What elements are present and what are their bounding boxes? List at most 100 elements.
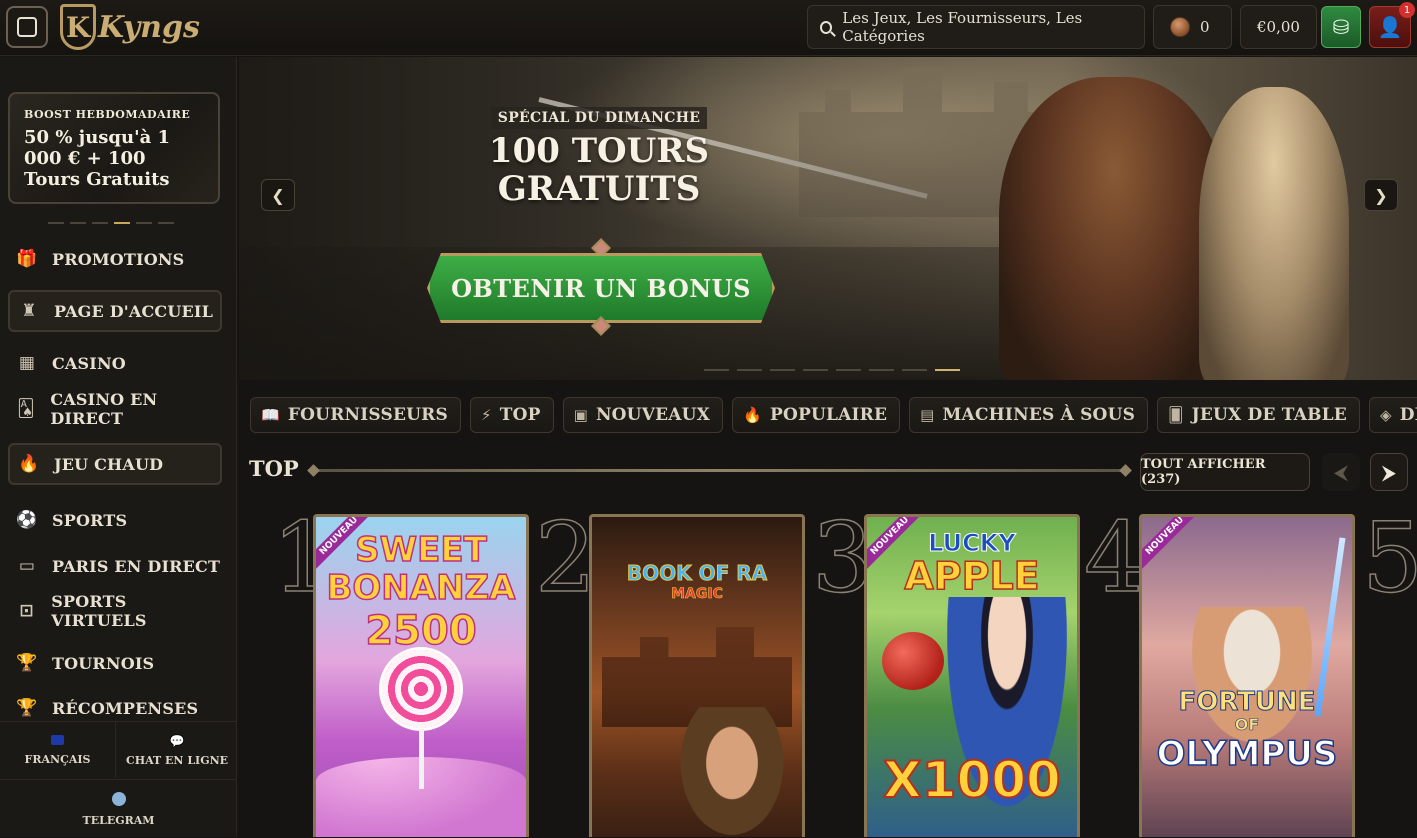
arrow-right-icon: ⮞ bbox=[1381, 460, 1397, 484]
tab-top[interactable]: ⚡ TOP bbox=[469, 397, 554, 433]
trophy-icon: 🏆 bbox=[16, 653, 38, 673]
sidebar-item-promotions[interactable]: 🎁 PROMOTIONS bbox=[8, 238, 222, 280]
user-icon: 👤 bbox=[1377, 15, 1403, 39]
telegram-label: TELEGRAM bbox=[82, 813, 155, 827]
tab-providers[interactable]: 📖 FOURNISSEURS bbox=[250, 397, 461, 433]
game-card-book-of-ra[interactable]: BOOK OF RA MAGIC bbox=[589, 514, 805, 837]
live-chat-button[interactable]: 💬 CHAT EN LIGNE bbox=[117, 722, 237, 778]
sidebar-item-virtual-sports[interactable]: ⊡ SPORTS VIRTUELS bbox=[8, 590, 222, 632]
tab-label: DROPS bbox=[1399, 405, 1417, 425]
carousel-dot[interactable] bbox=[737, 369, 762, 371]
chat-label: CHAT EN LIGNE bbox=[125, 753, 229, 767]
wallet-balance[interactable]: €0,00 bbox=[1240, 5, 1317, 49]
soccer-ball-icon: ⚽ bbox=[16, 510, 38, 530]
sidebar-item-hot-game[interactable]: 🔥 JEU CHAUD bbox=[8, 443, 222, 485]
drops-icon: ◈ bbox=[1379, 406, 1392, 424]
game-title-line3: X1000 bbox=[882, 751, 1062, 809]
sidebar-item-home[interactable]: ♜ PAGE D'ACCUEIL bbox=[8, 290, 222, 332]
search-input[interactable]: Les Jeux, Les Fournisseurs, Les Catégori… bbox=[807, 5, 1145, 49]
virtual-sports-icon: ⊡ bbox=[19, 601, 34, 621]
hero-prev-button[interactable]: ❮ bbox=[261, 179, 295, 211]
tab-table-games[interactable]: 🂠 JEUX DE TABLE bbox=[1157, 397, 1360, 433]
carousel-dot[interactable] bbox=[158, 222, 174, 224]
hero-next-button[interactable]: ❯ bbox=[1364, 179, 1398, 211]
carousel-dot[interactable] bbox=[803, 369, 828, 371]
user-account-button[interactable]: 👤 1 bbox=[1369, 2, 1415, 48]
game-title-line2: BONANZA bbox=[326, 568, 517, 608]
tab-drops[interactable]: ◈ DROPS bbox=[1368, 397, 1417, 433]
chevron-right-icon: ❯ bbox=[1374, 185, 1388, 205]
bolt-icon: ⚡ bbox=[480, 406, 492, 424]
sidebar-item-sports[interactable]: ⚽ SPORTS bbox=[8, 499, 222, 541]
arrow-left-icon: ⮜ bbox=[1333, 460, 1349, 484]
rewards-trophy-icon: 🏆 bbox=[16, 698, 38, 718]
carousel-dot[interactable] bbox=[770, 369, 795, 371]
sidebar-item-label: TOURNOIS bbox=[52, 653, 155, 673]
flame-icon: 🔥 bbox=[743, 406, 762, 424]
sidebar-item-live-casino[interactable]: 🂡 CASINO EN DIRECT bbox=[8, 388, 222, 430]
games-prev-button[interactable]: ⮜ bbox=[1322, 453, 1360, 491]
boost-description: 50 % jusqu'à 1 000 € + 100 Tours Gratuit… bbox=[24, 127, 171, 190]
carousel-dot[interactable] bbox=[902, 369, 927, 371]
carousel-dot[interactable] bbox=[48, 222, 64, 224]
eu-flag-icon bbox=[51, 734, 64, 745]
game-title-line3: 2500 bbox=[365, 608, 478, 654]
sidebar-item-label: JEU CHAUD bbox=[54, 454, 164, 474]
view-all-button[interactable]: TOUT AFFICHER (237) bbox=[1140, 453, 1310, 491]
game-card-lucky-apple[interactable]: LUCKY APPLE X1000 NOUVEAU bbox=[864, 514, 1080, 837]
sidebar-item-label: PARIS EN DIRECT bbox=[52, 556, 221, 576]
telegram-link[interactable]: TELEGRAM bbox=[0, 779, 237, 838]
carousel-dot[interactable] bbox=[869, 369, 894, 371]
carousel-dot-active[interactable] bbox=[935, 369, 960, 371]
tab-label: POPULAIRE bbox=[769, 405, 888, 425]
logo-text: Kyngs bbox=[98, 9, 200, 45]
carousel-dot[interactable] bbox=[836, 369, 861, 371]
carousel-dot[interactable] bbox=[70, 222, 86, 224]
chevron-left-icon: ❮ bbox=[271, 185, 285, 205]
tab-label: MACHINES À SOUS bbox=[942, 405, 1136, 425]
games-next-button[interactable]: ⮞ bbox=[1370, 453, 1408, 491]
game-card-sweet-bonanza[interactable]: SWEET BONANZA 2500 NOUVEAU bbox=[313, 514, 529, 837]
hero-title-line1: 100 TOURS bbox=[488, 131, 710, 171]
hero-carousel-pager bbox=[704, 369, 960, 371]
hero-subtitle: SPÉCIAL DU DIMANCHE bbox=[491, 107, 707, 129]
tab-label: JEUX DE TABLE bbox=[1191, 405, 1347, 425]
game-title-line2: OF bbox=[1234, 715, 1260, 734]
weekly-boost-banner[interactable]: BOOST HEBDOMADAIRE 50 % jusqu'à 1 000 € … bbox=[8, 92, 220, 204]
sidebar-item-live-betting[interactable]: ▭ PARIS EN DIRECT bbox=[8, 545, 222, 587]
carousel-dot[interactable] bbox=[136, 222, 152, 224]
castle-icon: ♜ bbox=[21, 301, 37, 321]
tab-slots[interactable]: ▤ MACHINES À SOUS bbox=[909, 397, 1149, 433]
hero-banner: SPÉCIAL DU DIMANCHE 100 TOURS GRATUITS O… bbox=[239, 57, 1417, 380]
tab-label: TOP bbox=[499, 405, 541, 425]
tab-new[interactable]: ▣ NOUVEAUX bbox=[562, 397, 724, 433]
live-icon: ▭ bbox=[18, 556, 36, 576]
notification-badge: 1 bbox=[1399, 2, 1415, 18]
carousel-dot[interactable] bbox=[704, 369, 729, 371]
carousel-dot[interactable] bbox=[92, 222, 108, 224]
boost-carousel-dots bbox=[48, 222, 174, 224]
flame-icon: 🔥 bbox=[18, 454, 40, 474]
game-title-line2: MAGIC bbox=[671, 586, 723, 602]
carousel-dot-active[interactable] bbox=[114, 222, 130, 224]
sidebar-item-label: PAGE D'ACCUEIL bbox=[54, 301, 214, 321]
sidebar-item-tournaments[interactable]: 🏆 TOURNOIS bbox=[8, 642, 222, 684]
game-title-line3: OLYMPUS bbox=[1156, 734, 1338, 774]
top-bar: K Kyngs Les Jeux, Les Fournisseurs, Les … bbox=[0, 0, 1417, 56]
sidebar-item-casino[interactable]: ▦ CASINO bbox=[8, 342, 222, 384]
rank-number: 4 bbox=[1083, 502, 1146, 614]
sidebar-item-label: RÉCOMPENSES bbox=[52, 698, 199, 718]
category-tabs: 📖 FOURNISSEURS ⚡ TOP ▣ NOUVEAUX 🔥 POPULAIRE … bbox=[250, 397, 1417, 435]
sidebar: BOOST HEBDOMADAIRE 50 % jusqu'à 1 000 € … bbox=[0, 57, 237, 837]
tab-popular[interactable]: 🔥 POPULAIRE bbox=[732, 397, 901, 433]
language-selector[interactable]: FRANÇAIS bbox=[0, 722, 116, 778]
new-badge: NOUVEAU bbox=[1142, 517, 1202, 573]
site-logo[interactable]: K Kyngs bbox=[60, 2, 200, 52]
get-bonus-button[interactable]: OBTENIR UN BONUS bbox=[427, 253, 775, 323]
coins-balance[interactable]: 0 bbox=[1153, 5, 1232, 49]
game-card-fortune-of-olympus[interactable]: FORTUNE OF OLYMPUS NOUVEAU bbox=[1139, 514, 1355, 837]
menu-toggle-button[interactable] bbox=[6, 6, 48, 48]
game-title-line1: FORTUNE bbox=[1178, 687, 1316, 717]
section-title: TOP bbox=[249, 456, 299, 481]
deposit-button[interactable]: ⛁ bbox=[1321, 6, 1361, 48]
